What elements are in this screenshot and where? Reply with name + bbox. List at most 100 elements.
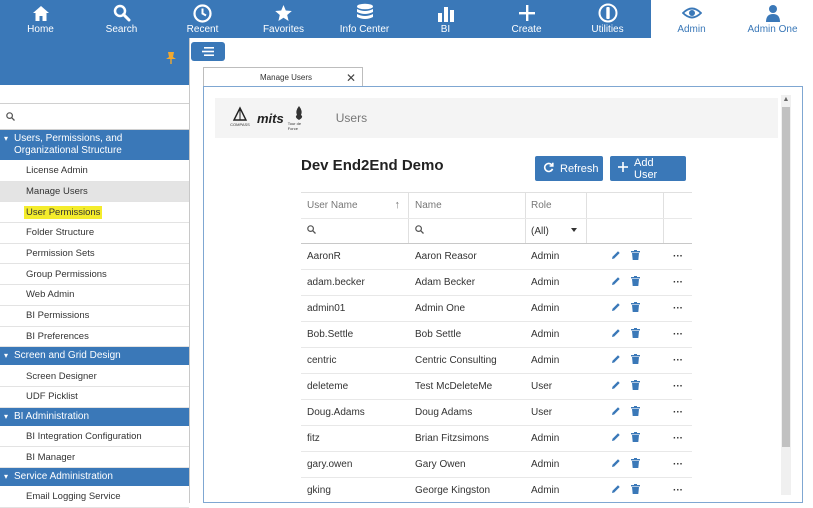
filter-username-input[interactable] xyxy=(301,219,409,243)
cell-username: gking xyxy=(301,478,409,502)
more-actions-icon[interactable]: ··· xyxy=(664,478,692,502)
nav-create[interactable]: Create xyxy=(486,0,567,38)
edit-icon[interactable] xyxy=(611,302,621,315)
sidebar-item-screen-designer[interactable]: Screen Designer xyxy=(0,366,189,387)
mits-logo: mits xyxy=(257,110,284,126)
delete-icon[interactable] xyxy=(631,380,640,393)
delete-icon[interactable] xyxy=(631,484,640,497)
table-row[interactable]: AaronR Aaron Reasor Admin ··· xyxy=(301,244,692,270)
delete-icon[interactable] xyxy=(631,276,640,289)
cell-username-text: AaronR xyxy=(307,251,341,262)
edit-icon[interactable] xyxy=(611,276,621,289)
sidebar-item-license-admin[interactable]: License Admin xyxy=(0,161,189,182)
more-actions-icon[interactable]: ··· xyxy=(664,296,692,321)
more-actions-icon[interactable]: ··· xyxy=(664,348,692,373)
scroll-up-icon[interactable]: ▲ xyxy=(781,95,791,105)
nav-bi[interactable]: BI xyxy=(405,0,486,38)
cell-actions xyxy=(587,400,664,425)
sidebar-search-input[interactable] xyxy=(0,104,189,130)
table-row[interactable]: admin01 Admin One Admin ··· xyxy=(301,296,692,322)
sidebar-section-users-permissions[interactable]: ▾ Users, Permissions, and Organizational… xyxy=(0,130,189,161)
table-row[interactable]: fitz Brian Fitzsimons Admin ··· xyxy=(301,426,692,452)
more-actions-icon[interactable]: ··· xyxy=(664,244,692,269)
cell-username: AaronR xyxy=(301,244,409,269)
table-row[interactable]: Doug.Adams Doug Adams User ··· xyxy=(301,400,692,426)
sidebar-item-bi-integration-configuration[interactable]: BI Integration Configuration xyxy=(0,427,189,448)
sidebar-item-manage-users[interactable]: Manage Users xyxy=(0,181,189,203)
table-row[interactable]: adam.becker Adam Becker Admin ··· xyxy=(301,270,692,296)
edit-icon[interactable] xyxy=(611,458,621,471)
sidebar-item-permission-sets[interactable]: Permission Sets xyxy=(0,244,189,265)
sidebar-item-web-admin[interactable]: Web Admin xyxy=(0,285,189,306)
delete-icon[interactable] xyxy=(631,302,640,315)
sort-ascending-icon[interactable]: ↑ xyxy=(395,199,401,211)
delete-icon[interactable] xyxy=(631,250,640,263)
edit-icon[interactable] xyxy=(611,406,621,419)
nav-utilities-label: Utilities xyxy=(591,24,624,35)
nav-recent[interactable]: Recent xyxy=(162,0,243,38)
table-row[interactable]: centric Centric Consulting Admin ··· xyxy=(301,348,692,374)
sidebar-section-service-administration[interactable]: ▾ Service Administration xyxy=(0,467,189,487)
cell-username: adam.becker xyxy=(301,270,409,295)
delete-icon[interactable] xyxy=(631,406,640,419)
cell-username-text: fitz xyxy=(307,433,320,444)
more-actions-icon[interactable]: ··· xyxy=(664,322,692,347)
sidebar-item-group-permissions[interactable]: Group Permissions xyxy=(0,264,189,286)
eye-icon xyxy=(681,2,702,24)
nav-search[interactable]: Search xyxy=(81,0,162,38)
column-header-role[interactable]: Role xyxy=(526,193,587,218)
sidebar-item-bi-permissions[interactable]: BI Permissions xyxy=(0,306,189,327)
delete-icon[interactable] xyxy=(631,432,640,445)
cell-role: Admin xyxy=(526,244,587,269)
cell-actions xyxy=(587,296,664,321)
more-actions-icon[interactable]: ··· xyxy=(664,426,692,451)
filter-more-cell xyxy=(664,219,692,243)
edit-icon[interactable] xyxy=(611,354,621,367)
edit-icon[interactable] xyxy=(611,484,621,497)
sidebar-item-bi-manager[interactable]: BI Manager xyxy=(0,447,189,468)
delete-icon[interactable] xyxy=(631,328,640,341)
filter-name-input[interactable] xyxy=(409,219,526,243)
sidebar-item-bi-preferences[interactable]: BI Preferences xyxy=(0,327,189,348)
nav-utilities[interactable]: Utilities xyxy=(567,0,648,38)
edit-icon[interactable] xyxy=(611,250,621,263)
edit-icon[interactable] xyxy=(611,380,621,393)
table-row[interactable]: deleteme Test McDeleteMe User ··· xyxy=(301,374,692,400)
sidebar-item-user-permissions[interactable]: User Permissions xyxy=(0,202,189,224)
edit-icon[interactable] xyxy=(611,328,621,341)
more-actions-icon[interactable]: ··· xyxy=(664,270,692,295)
more-actions-icon[interactable]: ··· xyxy=(664,374,692,399)
nav-home[interactable]: Home xyxy=(0,0,81,38)
filter-role-select[interactable]: (All) xyxy=(526,219,587,243)
pin-icon[interactable] xyxy=(165,51,177,70)
nav-user-profile[interactable]: Admin One xyxy=(732,0,813,38)
add-user-button[interactable]: Add User xyxy=(610,156,686,181)
sidebar-section-bi-administration[interactable]: ▾ BI Administration xyxy=(0,407,189,427)
column-header-username[interactable]: User Name ↑ xyxy=(301,193,409,218)
sidebar-section-screen-grid-design[interactable]: ▾ Screen and Grid Design xyxy=(0,347,189,367)
sidebar-toggle-button[interactable] xyxy=(191,42,225,61)
more-actions-icon[interactable]: ··· xyxy=(664,400,692,425)
sidebar-item-email-logging-service[interactable]: Email Logging Service xyxy=(0,487,189,508)
column-header-name[interactable]: Name xyxy=(409,193,526,218)
table-row[interactable]: Bob.Settle Bob Settle Admin ··· xyxy=(301,322,692,348)
table-row[interactable]: gking George Kingston Admin ··· xyxy=(301,478,692,502)
nav-admin[interactable]: Admin xyxy=(651,0,732,38)
sidebar-item-label: BI Preferences xyxy=(26,330,89,342)
edit-icon[interactable] xyxy=(611,432,621,445)
refresh-button[interactable]: Refresh xyxy=(535,156,603,181)
delete-icon[interactable] xyxy=(631,458,640,471)
cell-name-text: George Kingston xyxy=(415,485,491,496)
nav-info-center[interactable]: Info Center xyxy=(324,0,405,38)
scrollbar-thumb[interactable] xyxy=(782,107,790,447)
sidebar-item-udf-picklist[interactable]: UDF Picklist xyxy=(0,387,189,408)
close-icon[interactable]: ✕ xyxy=(346,71,356,85)
table-row[interactable]: gary.owen Gary Owen Admin ··· xyxy=(301,452,692,478)
vertical-scrollbar[interactable]: ▲ xyxy=(781,95,791,495)
nav-favorites[interactable]: Favorites xyxy=(243,0,324,38)
cell-username: gary.owen xyxy=(301,452,409,477)
delete-icon[interactable] xyxy=(631,354,640,367)
sidebar-item-folder-structure[interactable]: Folder Structure xyxy=(0,223,189,244)
tab-manage-users[interactable]: Manage Users ✕ xyxy=(203,67,363,87)
more-actions-icon[interactable]: ··· xyxy=(664,452,692,477)
